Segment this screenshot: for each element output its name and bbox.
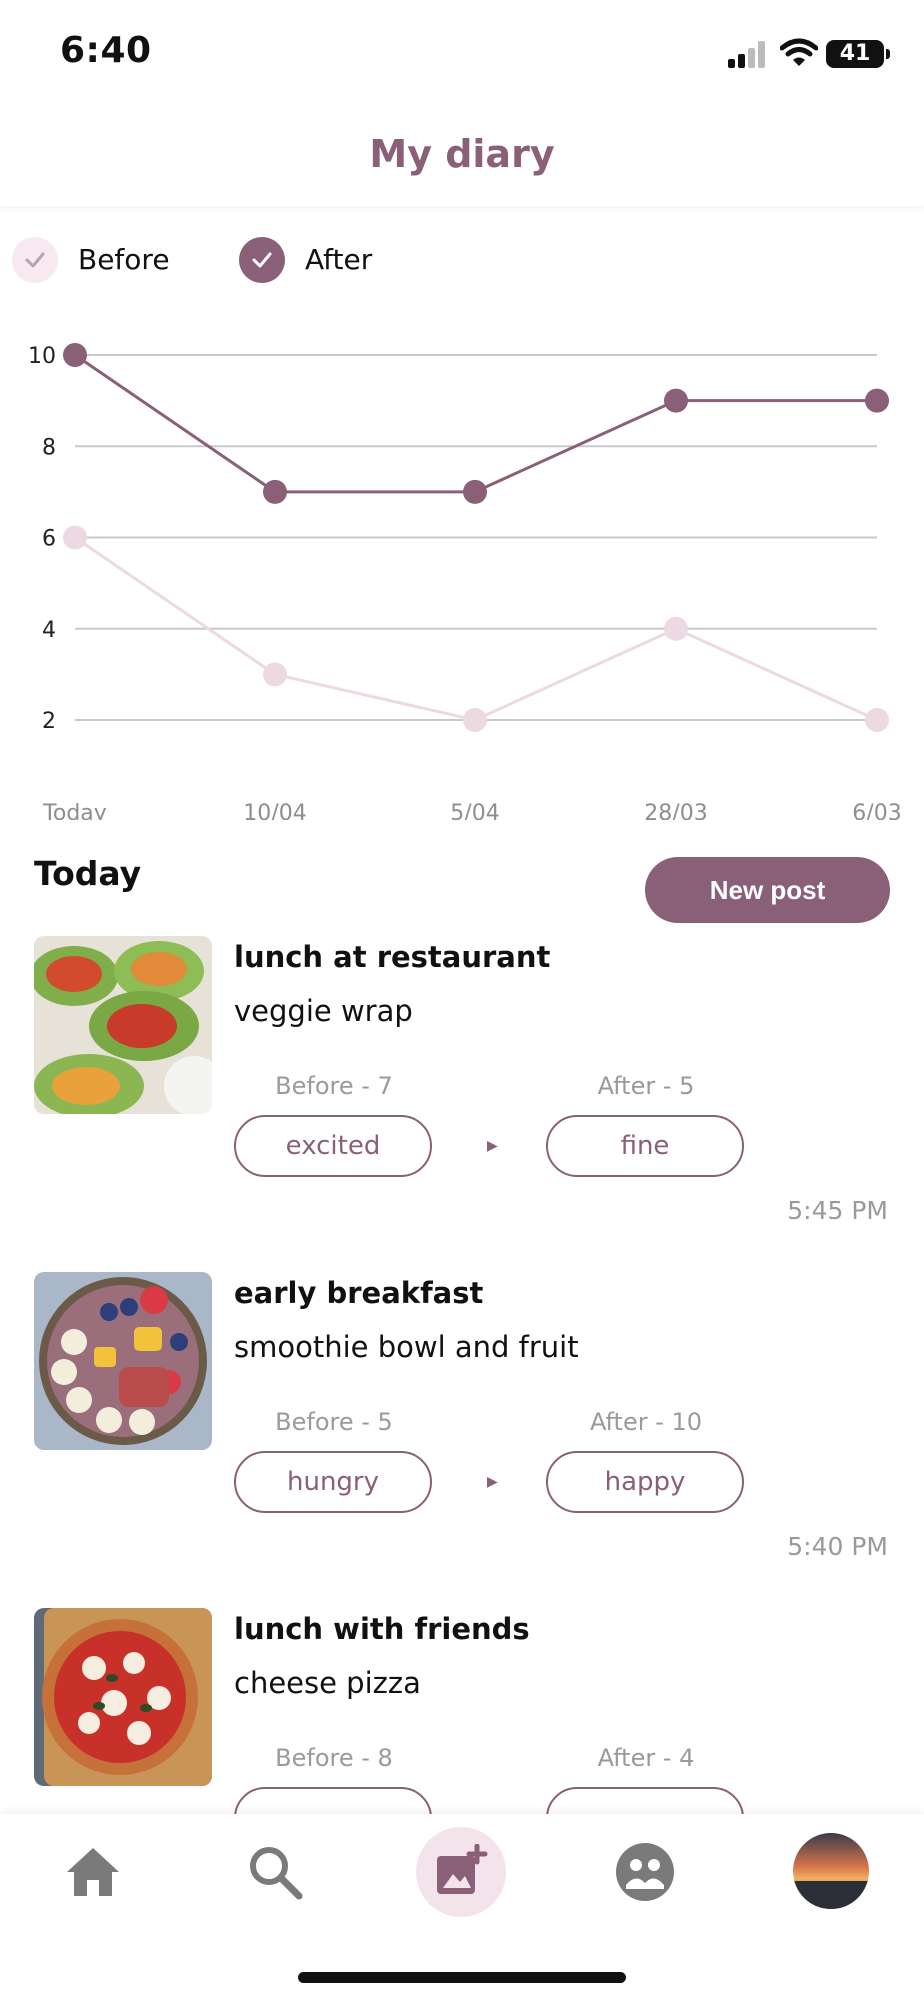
y-tick-label: 8 bbox=[42, 435, 56, 460]
data-point-before bbox=[664, 616, 688, 641]
legend-before-toggle[interactable] bbox=[12, 237, 58, 283]
x-tick-label: 6/03 bbox=[852, 801, 901, 820]
home-icon[interactable] bbox=[48, 1827, 138, 1917]
cheese-pizza-photo[interactable] bbox=[34, 1608, 212, 1786]
y-tick-label: 10 bbox=[28, 344, 56, 369]
checkmark-icon bbox=[25, 252, 45, 268]
entry-title: early breakfast bbox=[234, 1276, 484, 1310]
data-point-after bbox=[463, 479, 487, 504]
smoothie-bowl-photo[interactable] bbox=[34, 1272, 212, 1450]
data-point-before bbox=[263, 662, 287, 687]
x-tick-label: 5/04 bbox=[450, 801, 499, 820]
profile-avatar[interactable] bbox=[793, 1833, 869, 1909]
entry-description: smoothie bowl and fruit bbox=[234, 1330, 579, 1364]
section-title: Today bbox=[34, 854, 142, 893]
after-mood-tag[interactable]: fine bbox=[546, 1115, 744, 1177]
data-point-before bbox=[865, 708, 889, 732]
before-score: Before - 5 bbox=[275, 1408, 393, 1436]
data-point-before bbox=[463, 708, 487, 732]
data-point-before bbox=[63, 525, 87, 550]
legend-after-toggle[interactable] bbox=[239, 237, 285, 283]
data-point-after bbox=[865, 388, 889, 413]
wifi-icon bbox=[779, 38, 819, 68]
entry-time: 5:45 PM bbox=[787, 1196, 888, 1225]
checkmark-icon bbox=[252, 252, 272, 268]
community-icon[interactable] bbox=[600, 1827, 690, 1917]
arrow-right-icon: ▶ bbox=[487, 1474, 498, 1490]
data-point-after bbox=[664, 388, 688, 413]
before-mood-tag[interactable]: hungry bbox=[234, 1451, 432, 1513]
before-score: Before - 8 bbox=[275, 1744, 393, 1772]
after-score: After - 10 bbox=[589, 1408, 703, 1436]
entry-title: lunch with friends bbox=[234, 1612, 530, 1646]
after-mood-tag[interactable]: happy bbox=[546, 1451, 744, 1513]
entry-title: lunch at restaurant bbox=[234, 940, 551, 974]
x-tick-label: 10/04 bbox=[243, 801, 306, 820]
x-tick-label: 28/03 bbox=[644, 801, 707, 820]
before-mood-tag[interactable]: excited bbox=[234, 1115, 432, 1177]
after-score: After - 4 bbox=[597, 1744, 695, 1772]
before-score: Before - 7 bbox=[275, 1072, 393, 1100]
battery-icon: 41 bbox=[826, 40, 890, 68]
after-score: After - 5 bbox=[597, 1072, 695, 1100]
x-tick-label: Today bbox=[42, 801, 107, 820]
entry-description: cheese pizza bbox=[234, 1666, 421, 1700]
data-point-after bbox=[63, 343, 87, 367]
y-tick-label: 2 bbox=[42, 709, 56, 734]
arrow-right-icon: ▶ bbox=[487, 1138, 498, 1154]
veggie-wrap-photo[interactable] bbox=[34, 936, 212, 1114]
legend-before-label: Before bbox=[78, 243, 170, 276]
add-photo-icon[interactable] bbox=[416, 1827, 506, 1917]
y-tick-label: 4 bbox=[42, 618, 56, 643]
home-indicator bbox=[298, 1972, 626, 1983]
y-tick-label: 6 bbox=[42, 527, 56, 552]
search-icon[interactable] bbox=[230, 1827, 320, 1917]
status-time: 6:40 bbox=[60, 30, 152, 71]
page-title: My diary bbox=[369, 132, 555, 176]
entry-time: 5:40 PM bbox=[787, 1532, 888, 1561]
data-point-after bbox=[263, 479, 287, 504]
cellular-signal-icon bbox=[728, 40, 768, 68]
new-post-button[interactable]: New post bbox=[645, 857, 890, 923]
legend-after-label: After bbox=[305, 243, 373, 276]
series-line-after bbox=[74, 353, 877, 494]
mood-line-chart: 10 8 6 4 2 Today 10/04 5/04 28/03 6/03 bbox=[28, 343, 902, 820]
entry-description: veggie wrap bbox=[234, 994, 413, 1028]
